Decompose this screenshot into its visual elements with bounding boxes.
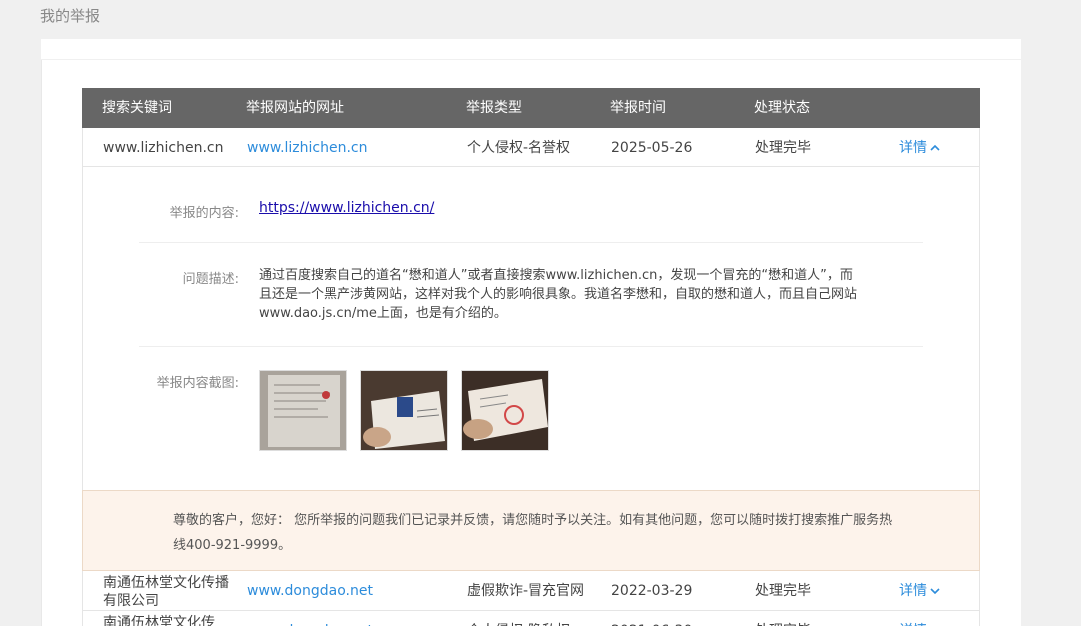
header-keyword: 搜索关键词 <box>102 100 172 116</box>
details-label: 详情 <box>899 583 927 599</box>
details-toggle[interactable]: 详情 <box>899 571 940 611</box>
notice-box: 尊敬的客户，您好： 您所举报的问题我们已记录并反馈，请您随时予以关注。如有其他问… <box>82 490 980 571</box>
divider <box>139 346 923 347</box>
header-status: 处理状态 <box>754 100 810 116</box>
row-type: 个人侵权-名誉权 <box>467 140 571 156</box>
report-detail-panel: 举报的内容: https://www.lizhichen.cn/ 问题描述: 通… <box>82 167 980 490</box>
header-type: 举报类型 <box>466 100 522 116</box>
top-panel-strip <box>41 39 1021 59</box>
details-label: 详情 <box>899 140 927 156</box>
row-url-link[interactable]: www.dongdao.net <box>247 571 373 611</box>
description-label: 问题描述: <box>182 272 239 287</box>
table-row: www.lizhichen.cn www.lizhichen.cn 个人侵权-名… <box>82 128 980 167</box>
reported-content-link[interactable]: https://www.lizhichen.cn/ <box>259 200 434 216</box>
row-keyword: www.lizhichen.cn <box>103 140 224 156</box>
divider <box>139 242 923 243</box>
row-date: 2025-05-26 <box>611 140 693 156</box>
row-date: 2022-03-29 <box>611 583 693 599</box>
row-status: 处理完毕 <box>755 140 811 156</box>
chevron-up-icon <box>930 144 940 151</box>
table-row: 南通伍林堂文化传 www.dongdao.net 个人侵权-隐私权 2021-0… <box>82 611 980 626</box>
row-type: 虚假欺诈-冒充官网 <box>467 583 585 599</box>
details-toggle[interactable]: 详情 <box>899 611 940 626</box>
row-date: 2021-06-30 <box>611 611 692 626</box>
header-time: 举报时间 <box>610 100 666 116</box>
row-url-link[interactable]: www.lizhichen.cn <box>247 128 367 168</box>
description-text: 通过百度搜索自己的道名“懋和道人”或者直接搜索www.lizhichen.cn，… <box>259 268 858 321</box>
screenshot-thumbnail[interactable] <box>259 370 347 451</box>
row-status: 处理完毕 <box>755 583 811 599</box>
content-label: 举报的内容: <box>169 206 239 221</box>
page-title: 我的举报 <box>40 7 101 25</box>
report-table: 搜索关键词 举报网站的网址 举报类型 举报时间 处理状态 www.lizhich… <box>82 88 980 626</box>
screenshot-thumbnail[interactable] <box>360 370 448 451</box>
row-url-link[interactable]: www.dongdao.net <box>247 611 373 626</box>
table-row: 南通伍林堂文化传播有限公司 www.dongdao.net 虚假欺诈-冒充官网 … <box>82 571 980 611</box>
chevron-down-icon <box>930 588 940 595</box>
screenshots-label: 举报内容截图: <box>156 376 239 391</box>
row-status: 处理完毕 <box>755 611 811 626</box>
row-keyword: 南通伍林堂文化传 <box>103 615 215 626</box>
header-url: 举报网站的网址 <box>246 100 344 116</box>
report-card: 搜索关键词 举报网站的网址 举报类型 举报时间 处理状态 www.lizhich… <box>41 60 1021 626</box>
notice-text: 尊敬的客户，您好： 您所举报的问题我们已记录并反馈，请您随时予以关注。如有其他问… <box>173 513 893 553</box>
table-header: 搜索关键词 举报网站的网址 举报类型 举报时间 处理状态 <box>82 88 980 128</box>
details-toggle[interactable]: 详情 <box>899 128 940 168</box>
row-type: 个人侵权-隐私权 <box>467 611 570 626</box>
screenshot-thumbnail[interactable] <box>461 370 549 451</box>
